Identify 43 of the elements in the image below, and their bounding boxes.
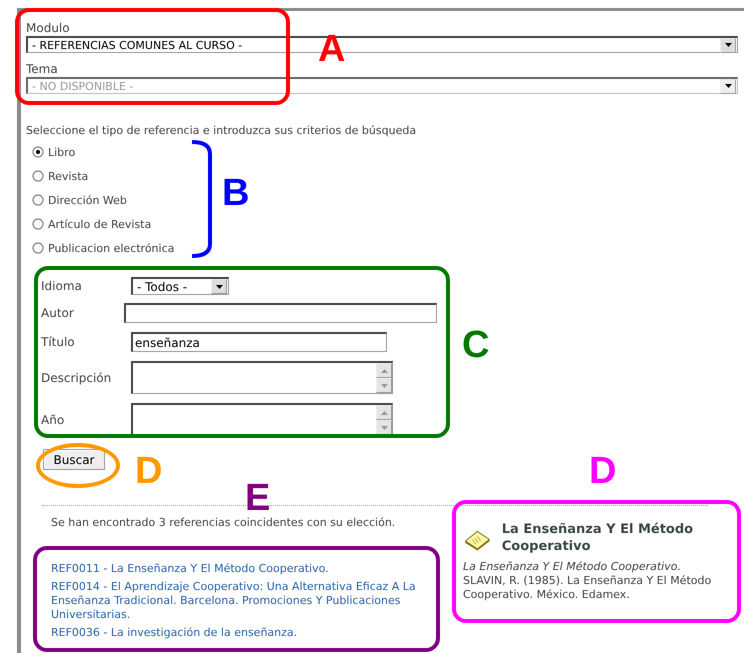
radio-label: Artículo de Revista [48,218,152,230]
field-label: Título [40,335,76,349]
results-summary: Se han encontrado 3 referencias coincidentes con su elección. [51,516,396,530]
field-label: Descripción [40,370,112,384]
caret-icon [724,43,732,47]
detail-title: La Enseñanza Y El Método Cooperativo [502,521,694,555]
radio-label: Dirección Web [48,194,127,206]
field-label: Año [40,412,66,426]
radio-button[interactable] [32,170,44,182]
result-link[interactable]: REF0036 - La investigación de la enseñanza. [51,626,443,640]
radio-label: Revista [48,170,88,182]
radio-label: Publicacion electrónica [48,242,174,254]
detail-subtitle: La Enseñanza Y El Método Cooperativo. [463,560,682,574]
annotation-letter: D [589,452,616,490]
result-link[interactable]: REF0014 - El Aprendizaje Cooperativo: Una Alternativa Eficaz A La Enseñanza Tradicional. Barcelona. Promociones Y Publicaciones Universitarias. [51,580,443,622]
input-field[interactable] [124,303,437,323]
scroll-up-icon [380,410,388,414]
scroll-up-icon [380,368,388,372]
radio-button[interactable] [32,146,44,158]
input-field[interactable]: enseñanza [131,332,387,352]
radio-button[interactable] [32,194,44,206]
language-select[interactable]: - Todos - [131,277,229,295]
annotation-letter: C [462,326,490,364]
field-label: Tema [26,61,59,77]
radio-label: Libro [48,146,76,158]
radio-button[interactable] [32,218,44,230]
annotation-letter: B [222,174,250,212]
caret-icon [216,284,222,288]
result-link[interactable]: REF0011 - La Enseñanza Y El Método Cooperativo. [51,562,443,576]
text-area[interactable] [131,403,393,436]
radio-button[interactable] [32,242,44,254]
annotation-letter: D [135,452,162,490]
field-label: Modulo [26,20,71,36]
caret-icon [724,84,732,88]
scroll-down-icon [380,384,388,388]
text-area[interactable] [131,361,393,394]
scroll-down-icon [380,426,388,430]
instruction-text: Seleccione el tipo de referencia e introduzca sus criterios de búsqueda [26,124,418,138]
field-label: Idioma [40,279,83,293]
annotation-letter: E [245,479,270,517]
field-label: Autor [40,306,75,320]
search-button[interactable]: Buscar [43,449,105,470]
detail-citation: SLAVIN, R. (1985). La Enseñanza Y El Método Cooperativo. México. Edamex. [463,574,712,602]
